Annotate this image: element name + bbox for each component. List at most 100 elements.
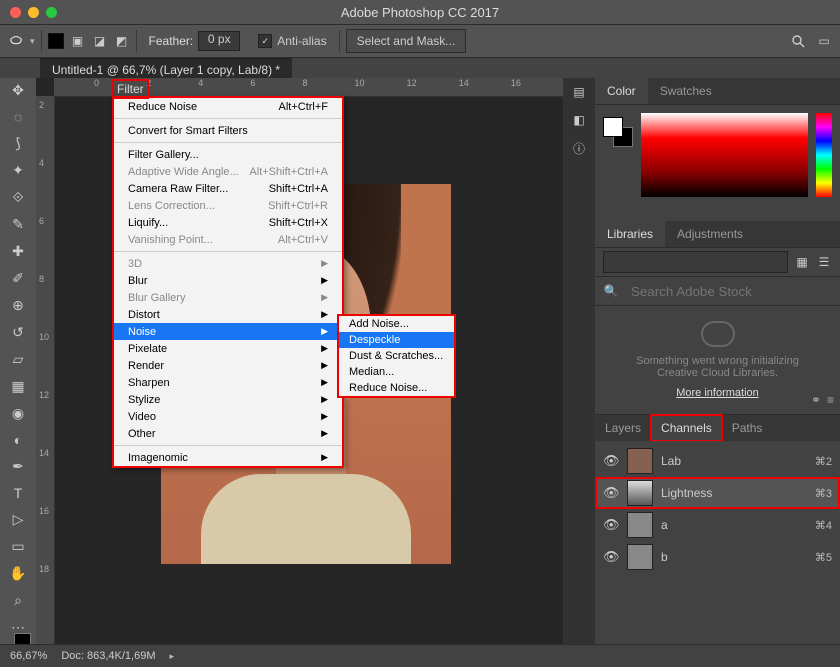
menu-imagenomic[interactable]: Imagenomic▶	[114, 449, 342, 466]
list-view-icon[interactable]: ☰	[816, 254, 832, 270]
libraries-panel: ▦ ☰ 🔍 Something went wrong initializingC…	[595, 248, 840, 414]
menu-video[interactable]: Video▶	[114, 408, 342, 425]
filter-menu-label[interactable]: Filter	[112, 79, 149, 99]
options-bar: ▾ ▣ ◪ ◩ Feather: 0 px ✓ Anti-alias Selec…	[0, 24, 840, 58]
visibility-icon[interactable]: 👁	[603, 549, 619, 565]
eraser-tool-icon[interactable]: ▱	[4, 351, 32, 368]
menu-filter-gallery[interactable]: Filter Gallery...	[114, 146, 342, 163]
search-icon[interactable]	[790, 33, 806, 49]
new-selection-icon[interactable]: ▣	[70, 33, 86, 49]
panel-menu-icon[interactable]: ≡	[827, 393, 834, 407]
menu-other[interactable]: Other▶	[114, 425, 342, 442]
workspace-icon[interactable]: ▭	[816, 33, 832, 49]
hand-tool-icon[interactable]: ✋	[4, 565, 32, 582]
menu-vanishing-point: Vanishing Point...Alt+Ctrl+V	[114, 231, 342, 248]
anti-alias-label: Anti-alias	[277, 34, 326, 48]
more-info-link[interactable]: More information	[676, 387, 759, 399]
type-tool-icon[interactable]: T	[4, 485, 32, 501]
submenu-reduce-noise[interactable]: Reduce Noise...	[339, 380, 454, 396]
tab-libraries[interactable]: Libraries	[595, 221, 665, 247]
menu-render[interactable]: Render▶	[114, 357, 342, 374]
lasso-tool-icon[interactable]	[8, 33, 24, 49]
selection-swatch	[48, 33, 64, 49]
history-panel-icon[interactable]: ▤	[571, 84, 587, 100]
tab-color[interactable]: Color	[595, 78, 648, 104]
submenu-dust-scratches[interactable]: Dust & Scratches...	[339, 348, 454, 364]
move-tool-icon[interactable]: ✥	[4, 82, 32, 99]
shape-tool-icon[interactable]: ▭	[4, 538, 32, 555]
properties-panel-icon[interactable]: ◧	[571, 112, 587, 128]
status-bar: 66,67% Doc: 863,4K/1,69M ▸	[0, 644, 840, 667]
tab-paths[interactable]: Paths	[722, 415, 773, 441]
menu-distort[interactable]: Distort▶	[114, 306, 342, 323]
menu-pixelate[interactable]: Pixelate▶	[114, 340, 342, 357]
blur-tool-icon[interactable]: ◉	[4, 405, 32, 422]
status-chevron-icon[interactable]: ▸	[169, 651, 174, 662]
marquee-tool-icon[interactable]: ◌	[4, 109, 32, 125]
brush-tool-icon[interactable]: ✐	[4, 270, 32, 287]
info-panel-icon[interactable]: ⓘ	[571, 140, 587, 156]
lasso-tool-icon[interactable]: ⟆	[4, 135, 32, 152]
tab-swatches[interactable]: Swatches	[648, 78, 724, 104]
submenu-median[interactable]: Median...	[339, 364, 454, 380]
tab-layers[interactable]: Layers	[595, 415, 651, 441]
clone-stamp-tool-icon[interactable]: ⊕	[4, 297, 32, 314]
channel-lightness[interactable]: 👁 Lightness ⌘3	[595, 477, 840, 509]
zoom-level[interactable]: 66,67%	[10, 650, 47, 662]
collapsed-panel-dock: ▤ ◧ ⓘ	[563, 78, 595, 645]
path-select-tool-icon[interactable]: ▷	[4, 511, 32, 528]
cloud-error-icon	[701, 321, 735, 347]
channel-b[interactable]: 👁 b ⌘5	[595, 541, 840, 573]
menu-convert-smart-filters[interactable]: Convert for Smart Filters	[114, 122, 342, 139]
anti-alias-checkbox[interactable]: ✓	[258, 34, 272, 48]
menu-blur-gallery: Blur Gallery▶	[114, 289, 342, 306]
channel-thumbnail	[627, 480, 653, 506]
menu-lens-correction: Lens Correction...Shift+Ctrl+R	[114, 197, 342, 214]
visibility-icon[interactable]: 👁	[603, 485, 619, 501]
feather-input[interactable]: 0 px	[198, 31, 240, 51]
menu-noise[interactable]: Noise▶	[114, 323, 342, 340]
eyedropper-tool-icon[interactable]: ✎	[4, 216, 32, 233]
gradient-tool-icon[interactable]: ▦	[4, 378, 32, 395]
quick-select-tool-icon[interactable]: ✦	[4, 162, 32, 179]
noise-submenu: Add Noise... Despeckle Dust & Scratches.…	[337, 314, 456, 398]
library-select[interactable]	[603, 251, 788, 273]
crop-tool-icon[interactable]: ⟐	[4, 189, 32, 206]
history-brush-tool-icon[interactable]: ↺	[4, 324, 32, 341]
foreground-background-swatches[interactable]	[603, 117, 633, 147]
tool-preset-chevron-icon[interactable]: ▾	[30, 36, 35, 47]
stock-search-input[interactable]	[625, 280, 832, 302]
link-icon[interactable]: ⚭	[811, 393, 821, 407]
subtract-selection-icon[interactable]: ◩	[114, 33, 130, 49]
app-title: Adobe Photoshop CC 2017	[0, 5, 840, 20]
channel-a[interactable]: 👁 a ⌘4	[595, 509, 840, 541]
visibility-icon[interactable]: 👁	[603, 453, 619, 469]
grid-view-icon[interactable]: ▦	[794, 254, 810, 270]
visibility-icon[interactable]: 👁	[603, 517, 619, 533]
hue-strip[interactable]	[816, 113, 832, 197]
filter-menu: Reduce NoiseAlt+Ctrl+F Convert for Smart…	[112, 96, 344, 468]
tool-palette: ✥ ◌ ⟆ ✦ ⟐ ✎ ✚ ✐ ⊕ ↺ ▱ ▦ ◉ ◐ ✒ T ▷ ▭ ✋ ⌕ …	[0, 78, 36, 645]
select-and-mask-button[interactable]: Select and Mask...	[346, 29, 467, 53]
pen-tool-icon[interactable]: ✒	[4, 458, 32, 475]
menu-sharpen[interactable]: Sharpen▶	[114, 374, 342, 391]
channels-list: 👁 Lab ⌘2 👁 Lightness ⌘3 👁 a	[595, 441, 840, 645]
color-spectrum[interactable]	[641, 113, 808, 197]
zoom-tool-icon[interactable]: ⌕	[4, 592, 32, 609]
menu-liquify[interactable]: Liquify...Shift+Ctrl+X	[114, 214, 342, 231]
submenu-add-noise[interactable]: Add Noise...	[339, 316, 454, 332]
document-tab-bar: Untitled-1 @ 66,7% (Layer 1 copy, Lab/8)…	[0, 58, 840, 80]
menu-stylize[interactable]: Stylize▶	[114, 391, 342, 408]
tab-adjustments[interactable]: Adjustments	[665, 221, 755, 247]
submenu-despeckle[interactable]: Despeckle	[339, 332, 454, 348]
channel-lab[interactable]: 👁 Lab ⌘2	[595, 445, 840, 477]
dodge-tool-icon[interactable]: ◐	[4, 432, 32, 448]
color-panel	[595, 105, 840, 221]
menu-blur[interactable]: Blur▶	[114, 272, 342, 289]
menu-reduce-noise[interactable]: Reduce NoiseAlt+Ctrl+F	[114, 98, 342, 115]
canvas-area: 0246810121416 24681012141618 Filter Redu…	[36, 78, 563, 645]
menu-camera-raw[interactable]: Camera Raw Filter...Shift+Ctrl+A	[114, 180, 342, 197]
tab-channels[interactable]: Channels	[651, 415, 722, 441]
healing-brush-tool-icon[interactable]: ✚	[4, 243, 32, 260]
add-selection-icon[interactable]: ◪	[92, 33, 108, 49]
